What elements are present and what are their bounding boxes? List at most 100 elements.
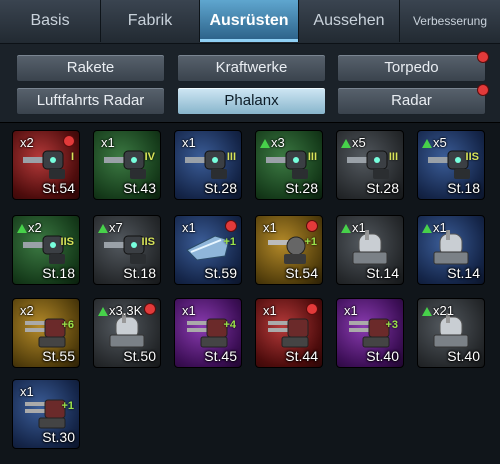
upgrade-arrow-icon [98,224,108,233]
item-count: x3.3K [98,303,142,318]
category-torpedo[interactable]: Torpedo [337,51,489,82]
alert-dot-icon [63,135,75,147]
item-count: x5 [422,135,447,150]
equipment-slot[interactable]: x3.3K St.50 [93,298,161,368]
equipment-slot[interactable]: x2 IIS St.18 [12,215,80,285]
alert-dot-icon [225,220,237,232]
item-level: St.40 [366,348,399,364]
equipment-slot[interactable]: x3 III St.28 [255,130,323,200]
item-count: x1 [20,384,34,399]
upgrade-arrow-icon [260,139,270,148]
category-phalanx[interactable]: Phalanx [177,87,326,115]
tab-fabrik[interactable]: Fabrik [101,0,200,42]
item-level: St.28 [285,180,318,196]
alert-dot-icon [144,303,156,315]
category-radar[interactable]: Radar [337,84,489,115]
item-count-value: x7 [109,220,123,235]
item-grade-badge: IIS [465,151,479,163]
upgrade-arrow-icon [17,224,27,233]
equipment-slot[interactable]: x1 +3 St.40 [336,298,404,368]
item-count: x5 [341,135,366,150]
equipment-slot[interactable]: x1 St.14 [417,215,485,285]
item-level: St.50 [123,348,156,364]
equipment-slot[interactable]: x1 +1 St.30 [12,379,80,449]
item-count: x1 [344,303,358,318]
item-grade-badge: III [307,151,317,163]
equipment-slot[interactable]: x2 +6 St.55 [12,298,80,368]
alert-dot-icon [477,84,489,96]
item-count-value: x2 [28,220,42,235]
item-level: St.14 [366,265,399,281]
equipment-slot[interactable]: x5 IIS St.18 [417,130,485,200]
item-count-value: x1 [352,220,366,235]
item-level: St.55 [42,348,75,364]
category-label: Luftfahrts Radar [36,92,145,109]
equipment-slot[interactable]: x2 I St.54 [12,130,80,200]
item-count: x21 [422,303,454,318]
equipment-slot[interactable]: x7 IIS St.18 [93,215,161,285]
item-count: x1 [182,220,196,235]
item-count: x1 [182,135,196,150]
category-luftfahrts-radar[interactable]: Luftfahrts Radar [16,87,165,115]
equipment-slot[interactable]: x1 St.44 [255,298,323,368]
item-count: x1 [182,303,196,318]
item-level: St.28 [366,180,399,196]
item-level: St.40 [447,348,480,364]
upgrade-arrow-icon [98,307,108,316]
item-count-value: x1 [182,220,196,235]
item-level: St.44 [285,348,318,364]
upgrade-arrow-icon [422,307,432,316]
alert-dot-icon [306,220,318,232]
item-count: x7 [98,220,123,235]
category-kraftwerke[interactable]: Kraftwerke [177,54,326,82]
equipment-grid: x2 I St.54 x1 IV St.43 x1 III St.28 x3 III St.28 x5 I… [0,122,500,464]
tab-ausruesten[interactable]: Ausrüsten [200,0,299,42]
item-count-value: x1 [182,303,196,318]
category-rakete[interactable]: Rakete [16,54,165,82]
item-grade-badge: +1 [61,400,74,412]
equipment-slot[interactable]: x5 III St.28 [336,130,404,200]
item-level: St.59 [204,265,237,281]
item-grade-badge: +6 [61,319,74,331]
equipment-slot[interactable]: x1 IV St.43 [93,130,161,200]
item-count-value: x1 [101,135,115,150]
item-count-value: x5 [352,135,366,150]
item-count-value: x1 [433,220,447,235]
item-count: x3 [260,135,285,150]
item-level: St.18 [42,265,75,281]
tab-aussehen[interactable]: Aussehen [299,0,400,42]
item-level: St.28 [204,180,237,196]
category-label: Rakete [66,59,115,76]
item-level: St.14 [447,265,480,281]
equipment-slot[interactable]: x1 +4 St.45 [174,298,242,368]
equipment-slot[interactable]: x1 +1 St.59 [174,215,242,285]
tab-verbesserung[interactable]: Verbesserung [400,0,500,42]
item-count: x1 [263,303,277,318]
item-grade-badge: IV [144,151,155,163]
item-level: St.54 [285,265,318,281]
upgrade-arrow-icon [341,139,351,148]
item-count-value: x1 [344,303,358,318]
item-level: St.18 [123,265,156,281]
alert-dot-icon [477,51,489,63]
item-count: x1 [422,220,447,235]
tab-basis[interactable]: Basis [0,0,101,42]
category-label: Radar [391,92,432,109]
item-level: St.43 [123,180,156,196]
upgrade-arrow-icon [341,224,351,233]
item-count: x2 [20,135,34,150]
item-grade-badge: IIS [141,236,155,248]
item-count: x2 [17,220,42,235]
equipment-slot[interactable]: x1 St.14 [336,215,404,285]
item-count: x2 [20,303,34,318]
item-grade-badge: +1 [304,236,317,248]
item-count-value: x3 [271,135,285,150]
equipment-slot[interactable]: x21 St.40 [417,298,485,368]
item-count-value: x21 [433,303,454,318]
item-count-value: x1 [182,135,196,150]
item-grade-badge: +1 [223,236,236,248]
item-level: St.30 [42,429,75,445]
item-level: St.45 [204,348,237,364]
equipment-slot[interactable]: x1 +1 St.54 [255,215,323,285]
equipment-slot[interactable]: x1 III St.28 [174,130,242,200]
